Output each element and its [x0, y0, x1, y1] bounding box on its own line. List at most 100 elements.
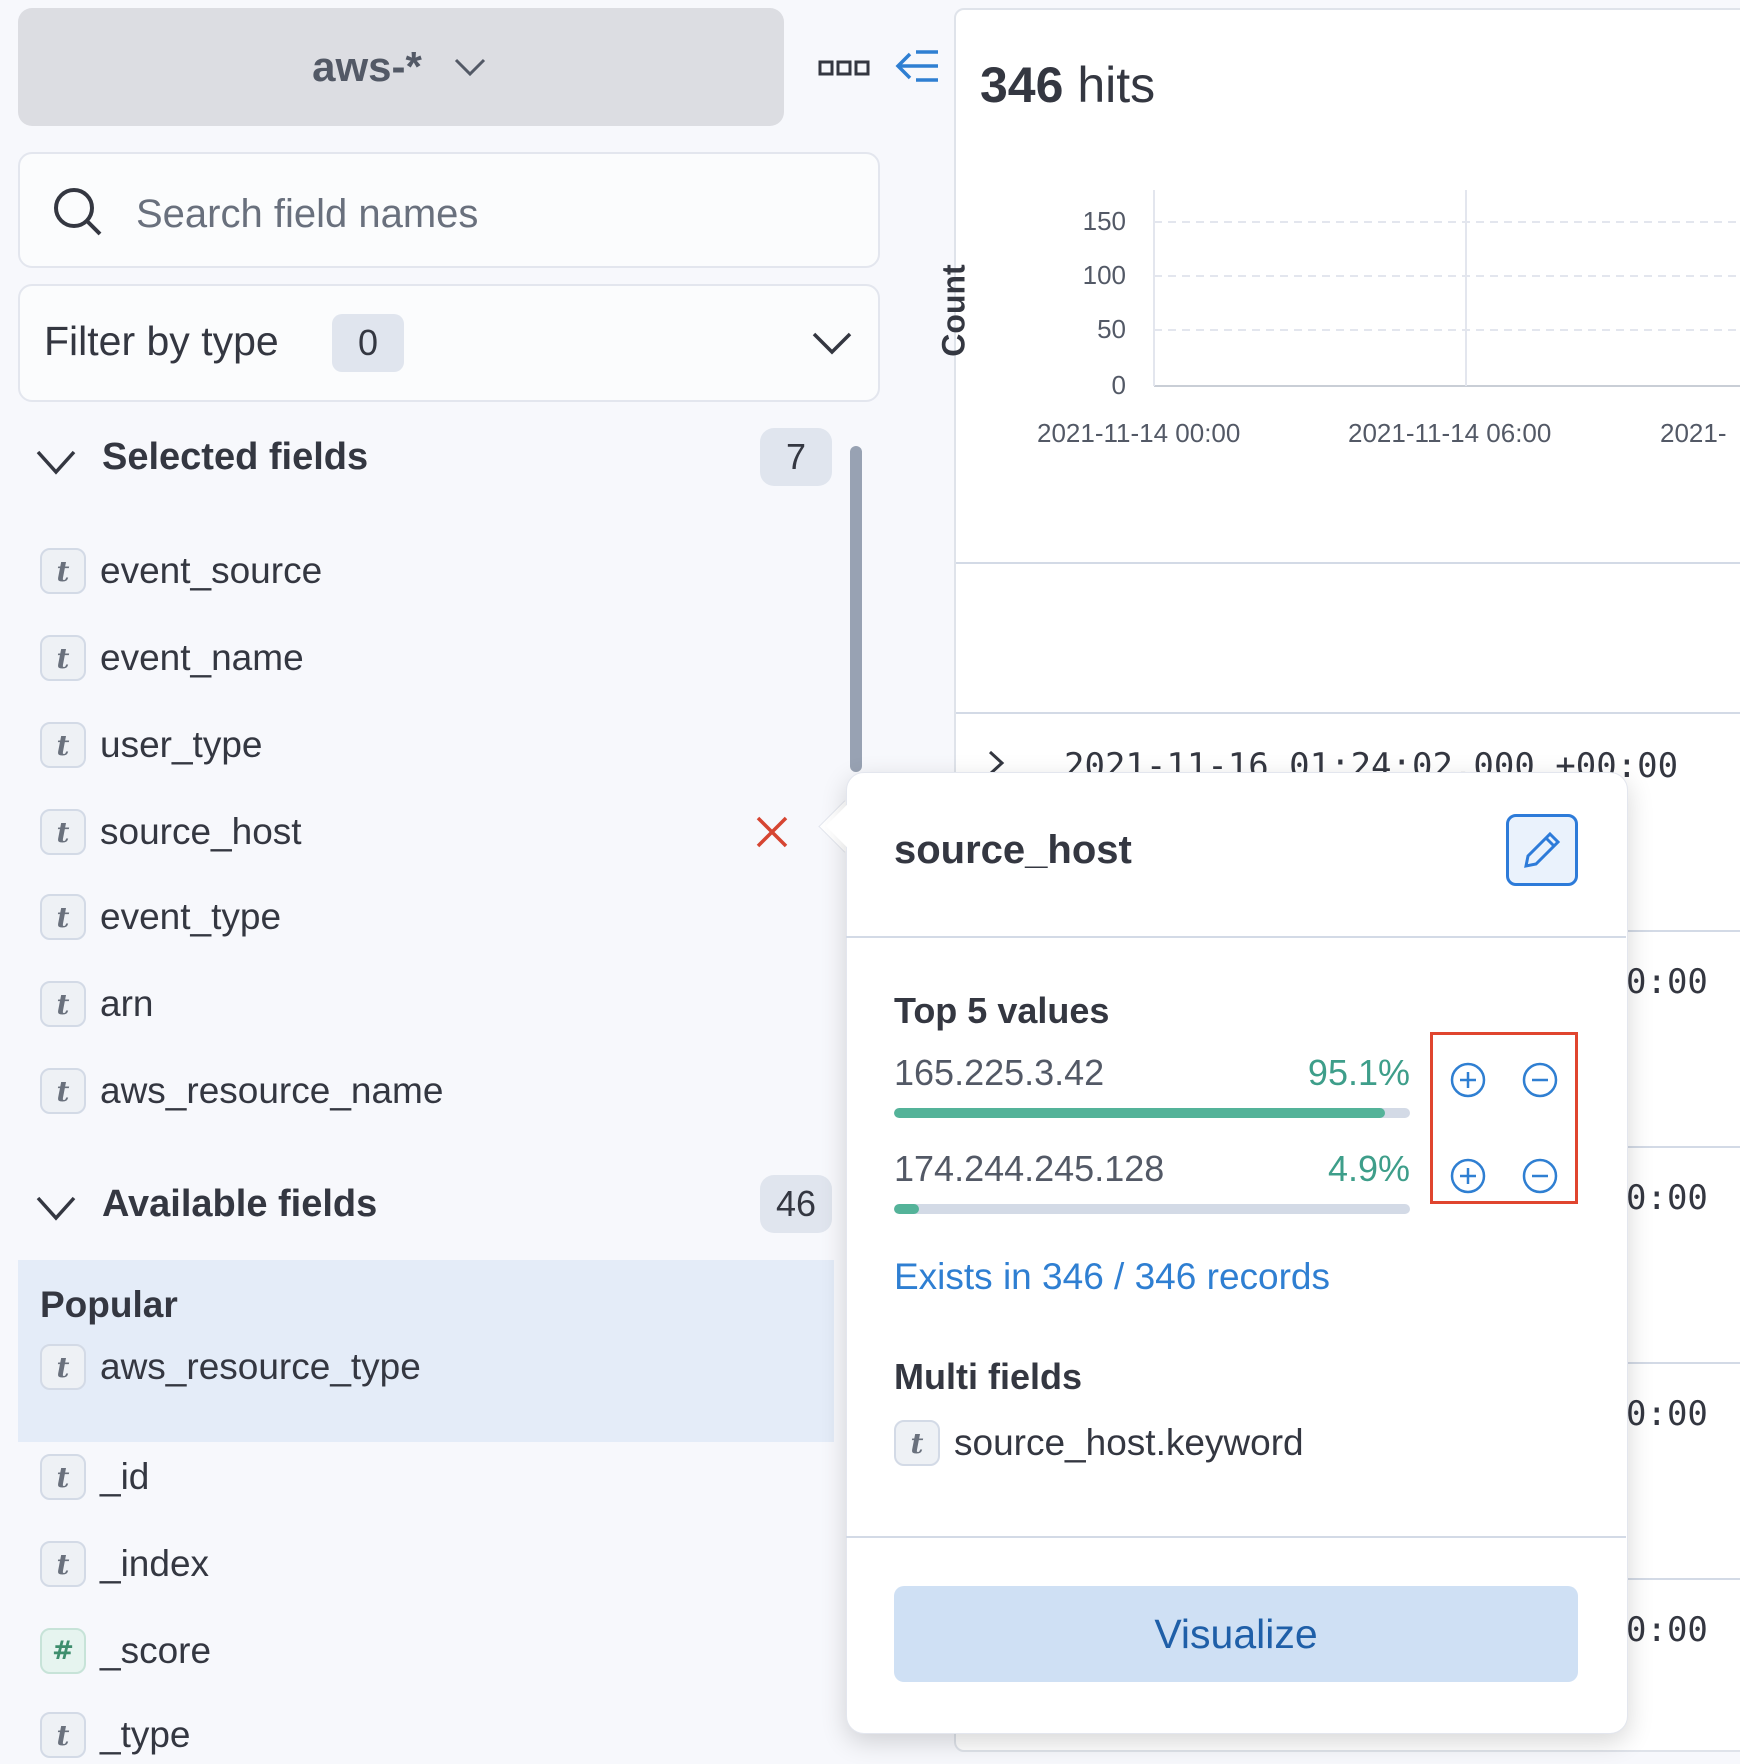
- document-row-timestamp[interactable]: 0:00: [1626, 1178, 1708, 1218]
- string-type-icon: t: [40, 1541, 86, 1587]
- string-type-icon: t: [40, 809, 86, 855]
- string-type-icon: t: [40, 894, 86, 940]
- string-type-icon: t: [40, 1454, 86, 1500]
- field-name: arn: [100, 983, 154, 1024]
- field-name: event_name: [100, 637, 304, 678]
- filter-for-value-icon[interactable]: [1448, 1060, 1488, 1100]
- chart-y-axis-title: Count: [935, 264, 972, 357]
- divider: [956, 562, 1740, 564]
- field-item-score[interactable]: # _score: [40, 1622, 211, 1680]
- divider: [956, 712, 1740, 714]
- chevron-down-icon: [812, 332, 852, 355]
- field-name: _id: [100, 1456, 150, 1497]
- available-fields-count: 46: [760, 1175, 832, 1233]
- document-row-timestamp[interactable]: 0:00: [1626, 1394, 1708, 1434]
- x-tick-label: 2021-11-14 00:00: [1037, 418, 1241, 448]
- chevron-down-icon[interactable]: [34, 1192, 78, 1226]
- filter-for-value-icon[interactable]: [1448, 1156, 1488, 1196]
- filter-out-value-icon[interactable]: [1520, 1156, 1560, 1196]
- collapse-sidebar-icon[interactable]: [894, 44, 940, 88]
- number-type-icon: #: [40, 1628, 86, 1674]
- index-pattern-label: aws-*: [312, 43, 422, 90]
- histogram-chart[interactable]: [1150, 190, 1740, 400]
- divider: [1626, 1146, 1740, 1148]
- field-item-user-type[interactable]: t user_type: [40, 716, 263, 774]
- top-value-bar-fill: [894, 1108, 1385, 1118]
- index-pattern-selector[interactable]: aws-*: [18, 8, 784, 126]
- field-item-event-source[interactable]: t event_source: [40, 542, 322, 600]
- field-item-type[interactable]: t _type: [40, 1706, 191, 1764]
- filter-by-type-label: Filter by type: [44, 318, 279, 364]
- field-item-source-host[interactable]: t source_host: [40, 803, 302, 861]
- field-item-arn[interactable]: t arn: [40, 975, 153, 1033]
- field-name: aws_resource_name: [100, 1070, 444, 1111]
- string-type-icon: t: [40, 1344, 86, 1390]
- top-value-percent: 4.9%: [1327, 1148, 1410, 1189]
- field-name: user_type: [100, 724, 263, 765]
- chevron-down-icon[interactable]: [34, 446, 78, 480]
- hits-counter: 346 hits: [980, 56, 1155, 114]
- top-value-bar-fill: [894, 1204, 920, 1214]
- top-value-bar: [894, 1204, 1410, 1214]
- x-tick-label: 2021-: [1660, 418, 1727, 448]
- top-value-bar: [894, 1108, 1410, 1118]
- y-tick-label: 150: [1082, 206, 1126, 236]
- field-name: event_type: [100, 896, 282, 937]
- string-type-icon: t: [40, 548, 86, 594]
- string-type-icon: t: [894, 1420, 940, 1466]
- field-name: _score: [100, 1630, 212, 1671]
- divider: [846, 936, 1626, 938]
- edit-field-button[interactable]: [1506, 814, 1578, 886]
- more-options-icon[interactable]: [818, 54, 870, 82]
- field-name: source_host.keyword: [954, 1422, 1304, 1463]
- pencil-icon: [1524, 831, 1561, 868]
- x-tick-label: 2021-11-14 06:00: [1348, 418, 1552, 448]
- field-item-aws-resource-name[interactable]: t aws_resource_name: [40, 1062, 443, 1120]
- visualize-button[interactable]: Visualize: [894, 1586, 1578, 1682]
- field-name: source_host: [100, 811, 302, 852]
- hits-count: 346: [980, 57, 1064, 113]
- field-item-index[interactable]: t _index: [40, 1535, 209, 1593]
- document-row-timestamp[interactable]: 0:00: [1626, 1610, 1708, 1650]
- field-item-aws-resource-type[interactable]: t aws_resource_type: [40, 1338, 421, 1396]
- document-row-timestamp[interactable]: 0:00: [1626, 962, 1708, 1002]
- string-type-icon: t: [40, 722, 86, 768]
- field-name: _type: [100, 1714, 191, 1755]
- field-item-id[interactable]: t _id: [40, 1448, 149, 1506]
- popular-label: Popular: [40, 1284, 178, 1325]
- filter-out-value-icon[interactable]: [1520, 1060, 1560, 1100]
- y-tick-label: 0: [1111, 370, 1126, 400]
- top-value-text: 165.225.3.42: [894, 1052, 1105, 1093]
- string-type-icon: t: [40, 1712, 86, 1758]
- field-item-event-type[interactable]: t event_type: [40, 888, 281, 946]
- popover-field-name: source_host: [894, 828, 1132, 872]
- multi-fields-title: Multi fields: [894, 1356, 1082, 1397]
- field-name: event_source: [100, 550, 323, 591]
- exists-in-records-link[interactable]: Exists in 346 / 346 records: [894, 1256, 1330, 1298]
- field-name: aws_resource_type: [100, 1346, 421, 1387]
- string-type-icon: t: [40, 635, 86, 681]
- available-fields-title[interactable]: Available fields: [102, 1183, 377, 1226]
- remove-field-icon[interactable]: [752, 812, 792, 852]
- top-value-text: 174.244.245.128: [894, 1148, 1165, 1189]
- string-type-icon: t: [40, 981, 86, 1027]
- chevron-down-icon: [454, 58, 485, 77]
- sidebar-scrollbar[interactable]: [850, 446, 862, 772]
- divider: [1626, 930, 1740, 932]
- top-values-title: Top 5 values: [894, 990, 1110, 1031]
- y-tick-label: 50: [1097, 314, 1126, 344]
- divider: [1626, 1362, 1740, 1364]
- top-value-percent: 95.1%: [1307, 1052, 1410, 1093]
- hits-label: hits: [1077, 57, 1156, 113]
- filter-count-badge: 0: [332, 314, 404, 372]
- divider: [1626, 1578, 1740, 1580]
- search-icon: [54, 188, 102, 236]
- multi-field-item[interactable]: t source_host.keyword: [894, 1420, 1304, 1466]
- selected-fields-title[interactable]: Selected fields: [102, 436, 368, 479]
- divider: [846, 1536, 1626, 1538]
- search-field-names-input[interactable]: [134, 180, 838, 248]
- field-item-event-name[interactable]: t event_name: [40, 629, 304, 687]
- field-name: _index: [100, 1543, 210, 1584]
- selected-fields-count: 7: [760, 428, 832, 486]
- string-type-icon: t: [40, 1068, 86, 1114]
